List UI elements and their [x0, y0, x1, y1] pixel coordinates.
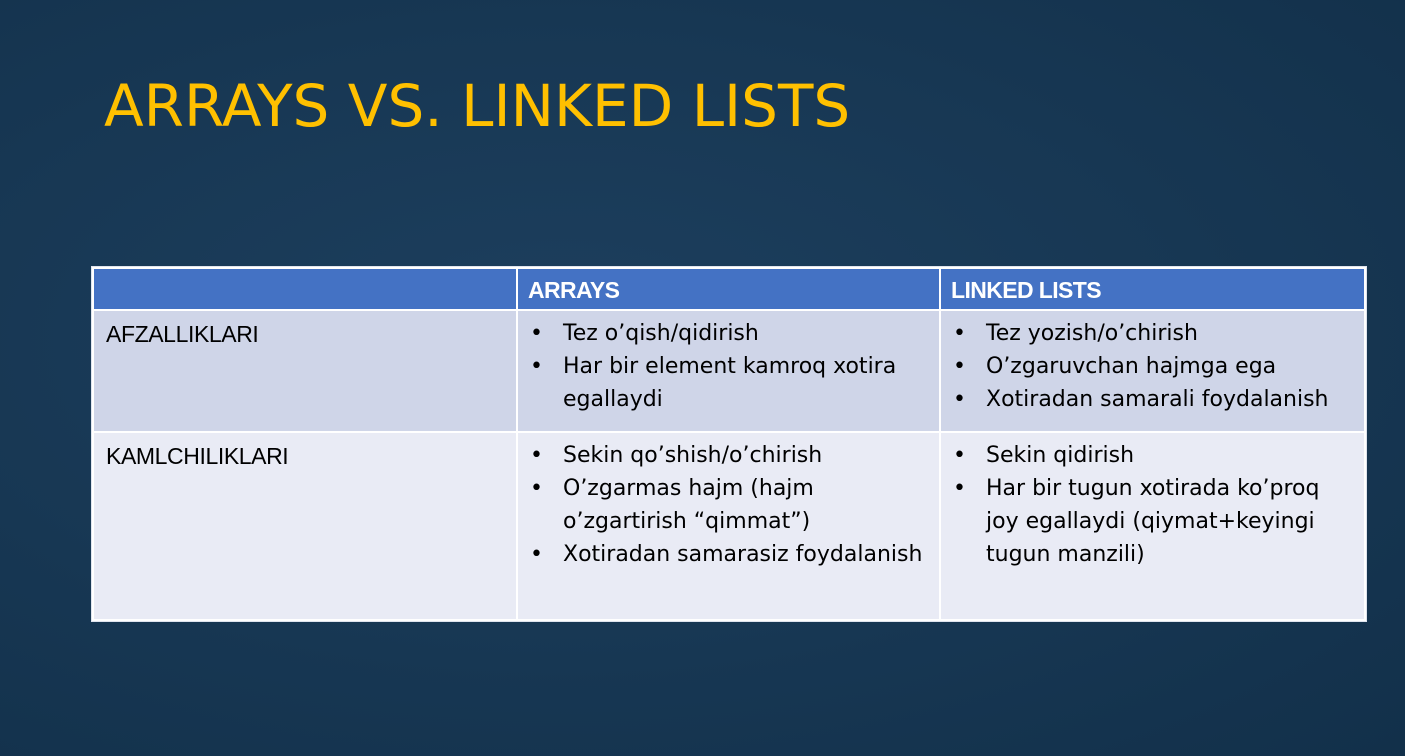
row-label-afzalliklari: AFZALLIKLARI — [92, 309, 518, 433]
list-item-text: Har bir element kamroq xotira egallaydi — [563, 354, 897, 412]
bullet-dot-icon: • — [530, 542, 543, 567]
bullet-dot-icon: • — [530, 476, 543, 501]
list-item: • Sekin qidirish — [953, 439, 1352, 472]
bullet-dot-icon: • — [953, 443, 966, 468]
cell-linked-lists-pros: • Tez yozish/o’chirish • O’zgaruvchan hajm… — [939, 309, 1366, 433]
bullet-dot-icon: • — [530, 354, 543, 379]
list-item-text: Sekin qo’shish/o’chirish — [563, 443, 823, 468]
list-item: • Har bir element kamroq xotira egallaydi — [530, 350, 927, 416]
cell-arrays-pros: • Tez o’qish/qidirish • Har bir element ka… — [516, 309, 941, 433]
bullet-list: • Tez yozish/o’chirish • O’zgaruvchan hajm… — [941, 311, 1364, 416]
cell-arrays-cons: • Sekin qo’shish/o’chirish • O’zgarmas haj… — [516, 431, 941, 621]
bullet-dot-icon: • — [953, 387, 966, 412]
list-item: • O’zgaruvchan hajmga ega — [953, 350, 1352, 383]
list-item-text: Tez yozish/o’chirish — [986, 321, 1198, 346]
list-item: • Har bir tugun xotirada ko’proq joy egal… — [953, 472, 1352, 571]
header-linked-lists: LINKED LISTS — [939, 267, 1366, 311]
bullet-dot-icon: • — [530, 443, 543, 468]
bullet-dot-icon: • — [953, 354, 966, 379]
cell-linked-lists-cons: • Sekin qidirish • Har bir tugun xotirada … — [939, 431, 1366, 621]
list-item-text: Sekin qidirish — [986, 443, 1135, 468]
list-item: • O’zgarmas hajm (hajm o’zgartirish “qimm… — [530, 472, 927, 538]
slide-title: ARRAYS VS. LINKED LISTS — [104, 72, 851, 140]
comparison-table: ARRAYS LINKED LISTS AFZALLIKLARI • Tez o’… — [92, 267, 1366, 621]
list-item: • Tez yozish/o’chirish — [953, 317, 1352, 350]
list-item-text: Xotiradan samarali foydalanish — [986, 387, 1329, 412]
list-item-text: Tez o’qish/qidirish — [563, 321, 759, 346]
list-item: • Tez o’qish/qidirish — [530, 317, 927, 350]
list-item-text: Xotiradan samarasiz foydalanish — [563, 542, 923, 567]
list-item-text: O’zgarmas hajm (hajm o’zgartirish “qimma… — [563, 476, 814, 534]
table-row-kamlchiliklari: KAMLCHILIKLARI • Sekin qo’shish/o’chirish… — [92, 431, 1366, 621]
list-item: • Sekin qo’shish/o’chirish — [530, 439, 927, 472]
bullet-list: • Sekin qidirish • Har bir tugun xotirada … — [941, 433, 1364, 571]
bullet-dot-icon: • — [953, 321, 966, 346]
list-item: • Xotiradan samarali foydalanish — [953, 383, 1352, 416]
table-row-afzalliklari: AFZALLIKLARI • Tez o’qish/qidirish • Har b… — [92, 309, 1366, 433]
header-arrays: ARRAYS — [516, 267, 941, 311]
list-item-text: Har bir tugun xotirada ko’proq joy egall… — [986, 476, 1320, 567]
header-empty-cell — [92, 267, 518, 311]
bullet-list: • Tez o’qish/qidirish • Har bir element ka… — [518, 311, 939, 416]
bullet-list: • Sekin qo’shish/o’chirish • O’zgarmas haj… — [518, 433, 939, 571]
bullet-dot-icon: • — [530, 321, 543, 346]
list-item-text: O’zgaruvchan hajmga ega — [986, 354, 1277, 379]
row-label-kamlchiliklari: KAMLCHILIKLARI — [92, 431, 518, 621]
table-header-row: ARRAYS LINKED LISTS — [92, 267, 1366, 311]
bullet-dot-icon: • — [953, 476, 966, 501]
list-item: • Xotiradan samarasiz foydalanish — [530, 538, 927, 571]
